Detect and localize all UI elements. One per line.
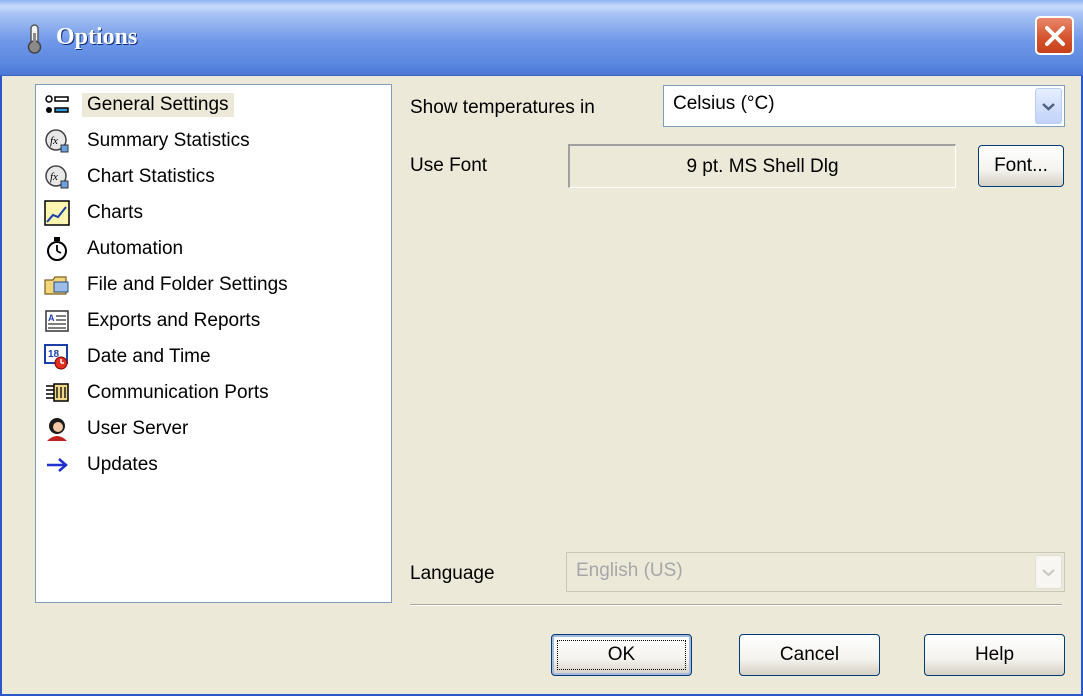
close-icon: [1045, 26, 1065, 46]
font-label: Use Font: [410, 155, 488, 176]
title-bar[interactable]: Options: [0, 0, 1083, 76]
nav-item-date-time[interactable]: 18 Date and Time: [44, 341, 216, 373]
nav-item-label: Summary Statistics: [87, 130, 250, 151]
port-icon: [46, 383, 69, 402]
font-button[interactable]: Font...: [978, 145, 1064, 187]
svg-text:fx: fx: [50, 171, 58, 183]
nav-item-label: Charts: [87, 202, 143, 223]
calendar-clock-icon: 18: [44, 344, 68, 370]
nav-item-charts[interactable]: Charts: [44, 197, 148, 229]
user-icon: [47, 418, 67, 441]
cancel-button[interactable]: Cancel: [739, 634, 880, 676]
chevron-down-icon: [1042, 569, 1055, 577]
nav-item-label: Updates: [87, 454, 158, 475]
nav-item-label: User Server: [87, 418, 189, 439]
close-button[interactable]: [1035, 16, 1074, 55]
language-value: English (US): [576, 560, 683, 581]
svg-text:fx: fx: [50, 135, 58, 147]
nav-item-label: Exports and Reports: [87, 310, 261, 331]
nav-item-file-folder-settings[interactable]: File and Folder Settings: [44, 269, 293, 301]
nav-item-label: Date and Time: [87, 346, 211, 367]
nav-item-label: File and Folder Settings: [87, 274, 288, 295]
nav-item-summary-statistics[interactable]: fx Summary Statistics: [44, 125, 255, 157]
dropdown-button: [1035, 555, 1062, 589]
options-category-list[interactable]: General Settings fx Summary Statistics f…: [35, 84, 392, 603]
nav-item-updates[interactable]: Updates: [44, 449, 163, 481]
nav-item-label: Communication Ports: [87, 382, 269, 403]
options-dialog: Options General Settings fx Summary Stat…: [0, 0, 1083, 696]
nav-item-user-server[interactable]: User Server: [44, 413, 193, 445]
arrow-right-icon: [47, 458, 68, 472]
folder-icon: [44, 276, 69, 295]
general-settings-icon: [45, 95, 69, 113]
line-chart-icon: [44, 200, 70, 226]
function-icon: fx: [45, 129, 69, 153]
nav-item-communication-ports[interactable]: Communication Ports: [44, 377, 274, 409]
nav-item-label: Chart Statistics: [87, 166, 215, 187]
window-title: Options: [56, 24, 138, 50]
nav-item-automation[interactable]: Automation: [44, 233, 188, 265]
thermometer-icon: [27, 24, 42, 54]
temperature-unit-label: Show temperatures in: [410, 97, 595, 118]
separator: [410, 604, 1062, 606]
nav-item-general-settings[interactable]: General Settings: [44, 89, 234, 121]
stopwatch-icon: [47, 237, 67, 261]
language-select[interactable]: English (US): [566, 552, 1065, 592]
font-display-field: 9 pt. MS Shell Dlg: [568, 144, 956, 188]
function-icon: fx: [45, 165, 69, 189]
svg-text:A: A: [48, 313, 55, 323]
nav-item-exports-reports[interactable]: A Exports and Reports: [44, 305, 265, 337]
nav-item-chart-statistics[interactable]: fx Chart Statistics: [44, 161, 220, 193]
language-label: Language: [410, 563, 495, 584]
temperature-unit-value: Celsius (°C): [673, 93, 775, 114]
nav-item-label: General Settings: [82, 93, 234, 117]
ok-button[interactable]: OK: [551, 634, 692, 676]
help-button[interactable]: Help: [924, 634, 1065, 676]
nav-item-label: Automation: [87, 238, 184, 259]
dropdown-button[interactable]: [1035, 88, 1062, 124]
chevron-down-icon: [1042, 103, 1055, 111]
report-icon: A: [45, 310, 69, 332]
focus-ring: [557, 640, 686, 670]
temperature-unit-select[interactable]: Celsius (°C): [663, 85, 1065, 127]
